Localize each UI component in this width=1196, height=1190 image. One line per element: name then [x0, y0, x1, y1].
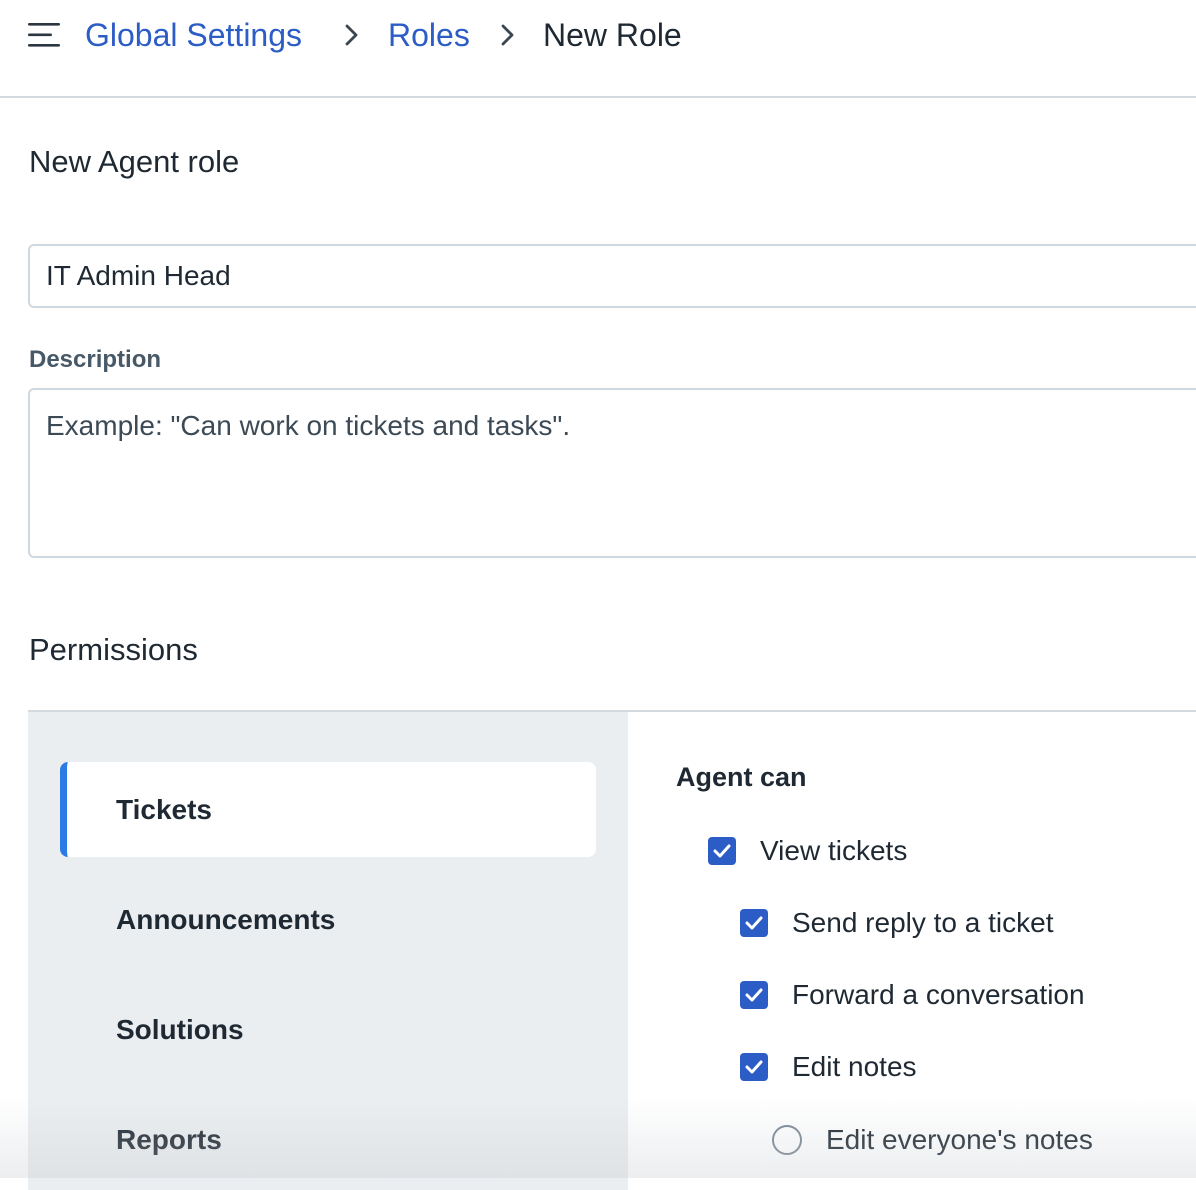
breadcrumb-current: New Role	[543, 17, 682, 53]
permission-label: View tickets	[760, 835, 908, 866]
permission-view-tickets[interactable]: View tickets	[708, 835, 907, 867]
category-label: Tickets	[116, 793, 212, 825]
category-reports[interactable]: Reports	[60, 1092, 596, 1187]
checkbox-checked-icon[interactable]	[740, 1053, 768, 1081]
checkbox-checked-icon[interactable]	[740, 909, 768, 937]
permission-label: Send reply to a ticket	[792, 907, 1054, 938]
category-tickets[interactable]: Tickets	[60, 762, 596, 857]
agent-can-heading: Agent can	[676, 762, 807, 792]
permission-label: Edit everyone's notes	[826, 1124, 1093, 1155]
permissions-category-sidebar: Tickets Announcements Solutions Reports	[28, 712, 628, 1190]
permissions-title: Permissions	[29, 632, 198, 667]
category-announcements[interactable]: Announcements	[60, 872, 596, 967]
category-solutions[interactable]: Solutions	[60, 982, 596, 1077]
permission-forward-conversation[interactable]: Forward a conversation	[740, 979, 1085, 1011]
chevron-right-icon	[501, 24, 514, 46]
checkbox-checked-icon[interactable]	[740, 981, 768, 1009]
permission-edit-notes[interactable]: Edit notes	[740, 1051, 917, 1083]
category-label: Solutions	[116, 1013, 244, 1045]
permission-label: Edit notes	[792, 1051, 917, 1082]
top-bar: Global Settings Roles New Role	[0, 0, 1196, 98]
radio-unchecked-icon[interactable]	[772, 1125, 802, 1155]
hamburger-menu-icon[interactable]	[26, 19, 62, 51]
description-textarea[interactable]	[28, 388, 1196, 558]
page-title: New Agent role	[29, 144, 240, 179]
category-label: Reports	[116, 1123, 222, 1155]
permission-edit-everyones-notes[interactable]: Edit everyone's notes	[772, 1124, 1093, 1156]
description-label: Description	[29, 346, 162, 373]
permission-send-reply[interactable]: Send reply to a ticket	[740, 907, 1053, 939]
breadcrumb-roles[interactable]: Roles	[388, 14, 470, 56]
permission-label: Forward a conversation	[792, 979, 1085, 1010]
chevron-right-icon	[345, 24, 358, 46]
permissions-panel: Tickets Announcements Solutions Reports	[28, 710, 1196, 1190]
checkbox-checked-icon[interactable]	[708, 837, 736, 865]
breadcrumb-global-settings[interactable]: Global Settings	[85, 14, 302, 56]
category-label: Announcements	[116, 903, 336, 935]
role-name-input[interactable]	[28, 244, 1196, 308]
